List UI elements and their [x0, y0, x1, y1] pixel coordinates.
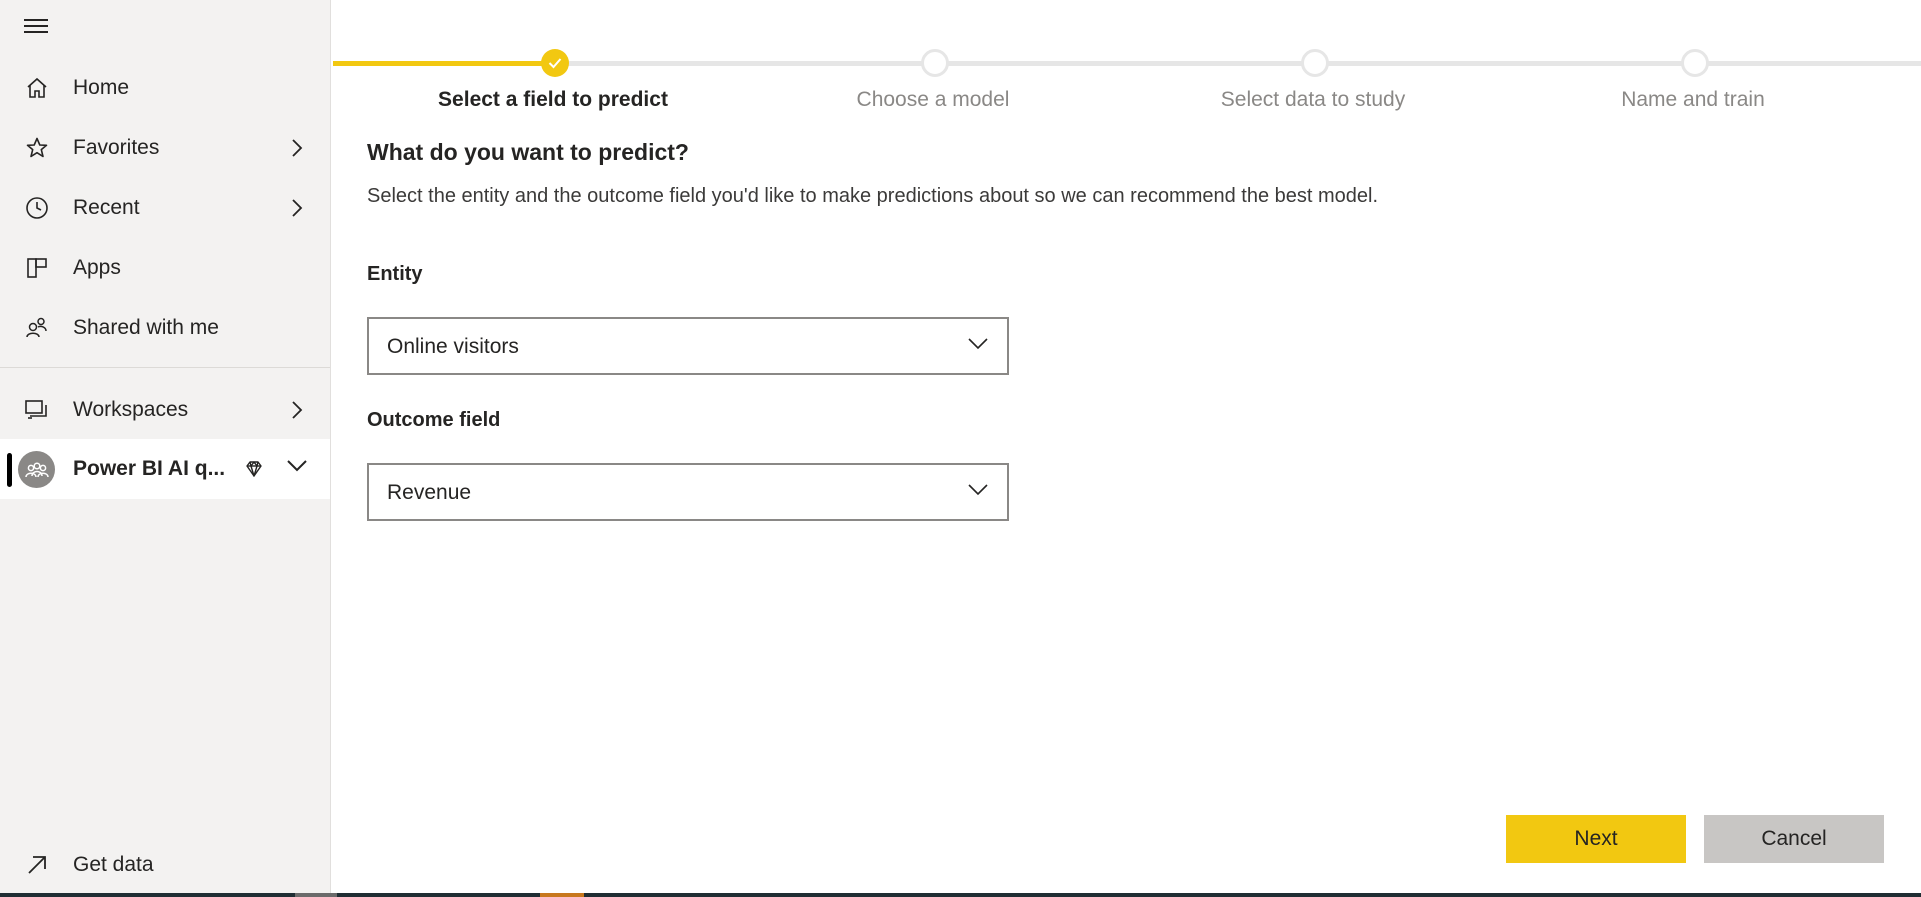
sidebar-item-label: Apps: [73, 256, 121, 279]
cancel-button[interactable]: Cancel: [1704, 815, 1884, 863]
step-3-dot: [1301, 49, 1329, 77]
star-icon: [23, 134, 51, 162]
chevron-right-icon[interactable]: [286, 137, 308, 159]
apps-icon: [23, 254, 51, 282]
sidebar-item-shared-with-me[interactable]: Shared with me: [0, 300, 330, 356]
home-icon: [23, 74, 51, 102]
step-label-4: Name and train: [1621, 88, 1765, 111]
step-4-dot: [1681, 49, 1709, 77]
entity-label: Entity: [367, 263, 423, 285]
arrow-up-right-icon: [23, 851, 51, 879]
sidebar-item-label: Home: [73, 76, 130, 99]
sidebar-item-label: Favorites: [73, 136, 160, 159]
sidebar-item-label: Power BI AI q...: [73, 457, 226, 480]
group-icon: [18, 451, 55, 488]
chevron-right-icon[interactable]: [286, 197, 308, 219]
sidebar-item-favorites[interactable]: Favorites: [0, 120, 330, 176]
taskbar-edge: [0, 893, 1921, 897]
step-2-dot: [921, 49, 949, 77]
sidebar: Home Favorites Recent Apps Shared with m…: [0, 0, 331, 897]
stepper-progress: [333, 61, 555, 66]
outcome-field-label: Outcome field: [367, 409, 501, 431]
sidebar-item-get-data[interactable]: Get data: [0, 837, 330, 893]
sidebar-item-workspaces[interactable]: Workspaces: [0, 382, 330, 438]
step-label-1: Select a field to predict: [438, 88, 668, 111]
outcome-field-dropdown-value: Revenue: [387, 481, 472, 504]
sidebar-item-apps[interactable]: Apps: [0, 240, 330, 296]
chevron-down-icon: [967, 483, 989, 501]
sidebar-item-label: Workspaces: [73, 398, 189, 421]
get-data-label: Get data: [73, 853, 154, 876]
step-label-2: Choose a model: [856, 88, 1010, 111]
chevron-down-icon[interactable]: [286, 459, 308, 478]
active-indicator: [7, 453, 12, 487]
sidebar-divider: [0, 367, 330, 368]
taskbar-edge-segment: [540, 893, 584, 897]
clock-icon: [23, 194, 51, 222]
entity-dropdown-value: Online visitors: [387, 335, 519, 358]
taskbar-edge-segment: [295, 893, 337, 897]
chevron-down-icon: [967, 337, 989, 355]
next-button[interactable]: Next: [1506, 815, 1686, 863]
sidebar-item-label: Shared with me: [73, 316, 219, 339]
hamburger-icon[interactable]: [24, 16, 50, 38]
chevron-right-icon[interactable]: [286, 399, 308, 421]
page-title: What do you want to predict?: [367, 139, 689, 165]
sidebar-item-home[interactable]: Home: [0, 60, 330, 116]
sidebar-item-recent[interactable]: Recent: [0, 180, 330, 236]
people-icon: [23, 314, 51, 342]
entity-dropdown[interactable]: Online visitors: [367, 317, 1009, 375]
sidebar-item-label: Recent: [73, 196, 140, 219]
diamond-icon: [244, 459, 264, 484]
workspaces-icon: [23, 396, 51, 424]
outcome-field-dropdown[interactable]: Revenue: [367, 463, 1009, 521]
step-1-check-icon: [541, 49, 569, 77]
step-label-3: Select data to study: [1220, 88, 1406, 111]
sidebar-item-workspace-power-bi-ai[interactable]: Power BI AI q...: [0, 439, 330, 499]
page-description: Select the entity and the outcome field …: [367, 185, 1379, 207]
